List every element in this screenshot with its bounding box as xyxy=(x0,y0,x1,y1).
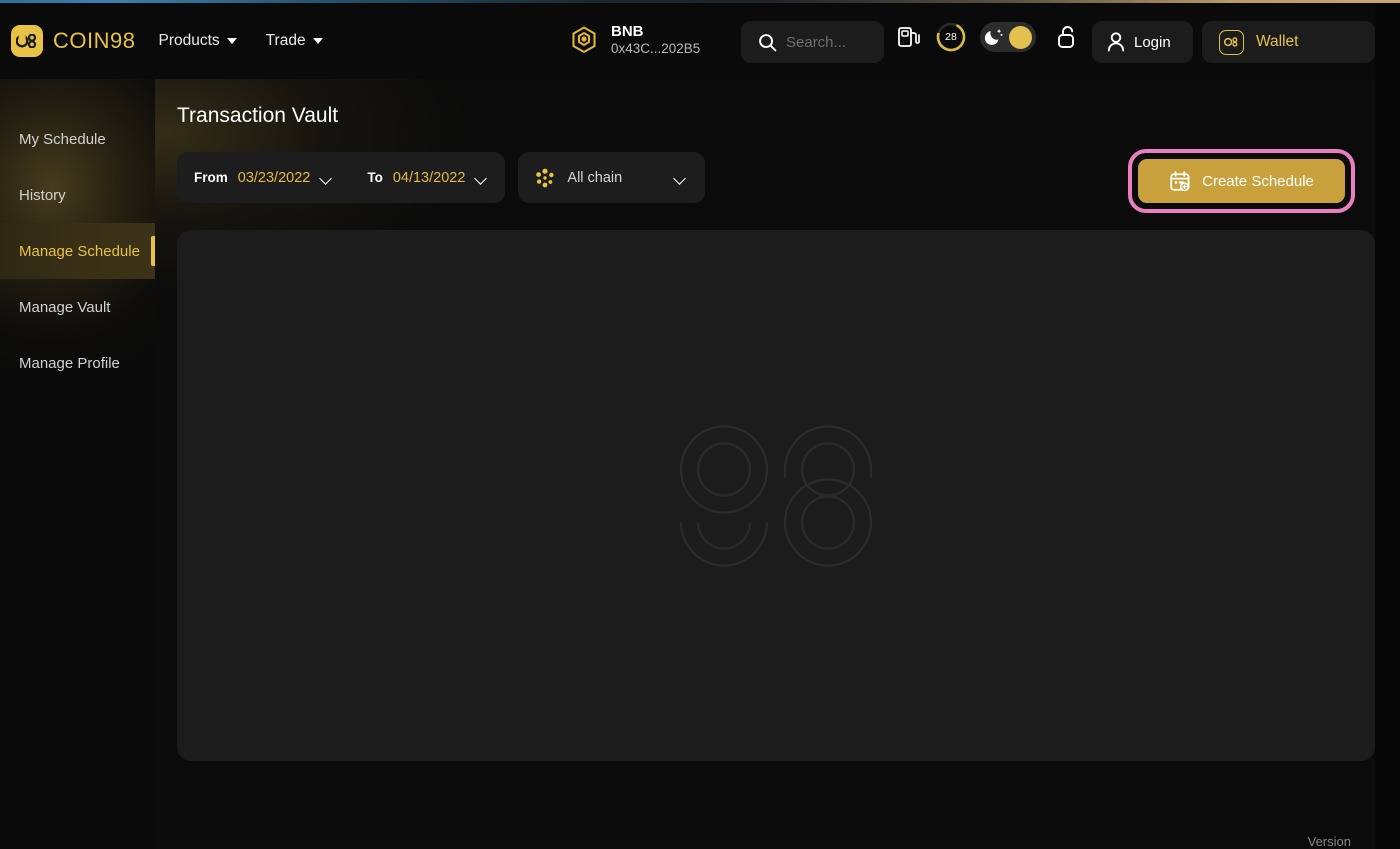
chevron-down-icon[interactable] xyxy=(320,174,333,182)
create-schedule-button[interactable]: Create Schedule xyxy=(1138,159,1345,203)
chain-address: 0x43C...202B5 xyxy=(611,41,701,56)
gas-pump-icon[interactable] xyxy=(896,24,922,50)
chain-name: BNB xyxy=(611,23,644,40)
nav-item-label: Trade xyxy=(265,32,306,49)
wallet-button[interactable]: Wallet xyxy=(1202,21,1375,63)
nav-item-trade[interactable]: Trade xyxy=(266,32,323,50)
gas-gauge-icon[interactable]: 28 xyxy=(935,21,967,53)
gas-gauge-value: 28 xyxy=(945,31,957,43)
chevron-down-icon[interactable] xyxy=(674,174,687,182)
coin98-logo-icon xyxy=(11,25,43,57)
create-schedule-label: Create Schedule xyxy=(1202,172,1314,190)
search-placeholder: Search... xyxy=(786,33,847,51)
chevron-down-icon xyxy=(312,38,323,44)
top-header: COIN98 Products Trade BNB 0x43C...202B5 … xyxy=(0,3,1375,79)
theme-toggle[interactable] xyxy=(980,22,1036,52)
nav-item-products[interactable]: Products xyxy=(158,32,237,50)
sidebar-nav: My Schedule History Manage Schedule Mana… xyxy=(0,79,155,849)
unlocked-padlock-icon[interactable] xyxy=(1055,24,1079,50)
brand-logo[interactable]: COIN98 xyxy=(11,25,135,57)
app-page: COIN98 Products Trade BNB 0x43C...202B5 … xyxy=(0,0,1400,849)
right-gutter xyxy=(1375,3,1400,849)
user-icon xyxy=(1107,32,1125,52)
sidebar-item-manage-profile[interactable]: Manage Profile xyxy=(0,335,155,391)
date-range-filter[interactable]: From 03/23/2022 To 04/13/2022 xyxy=(177,152,506,203)
chevron-down-icon xyxy=(226,38,237,44)
page-title: Transaction Vault xyxy=(177,104,339,127)
create-schedule-focus-ring: Create Schedule xyxy=(1128,149,1355,213)
wallet-label: Wallet xyxy=(1256,33,1299,50)
brand-name: COIN98 xyxy=(53,28,136,53)
to-label: To xyxy=(367,170,383,185)
search-icon xyxy=(759,33,777,51)
sidebar-item-history[interactable]: History xyxy=(0,167,155,223)
chain-filter-dropdown[interactable]: All chain xyxy=(518,152,706,203)
header-icon-group: 28 xyxy=(896,21,1079,53)
coin98-wallet-icon xyxy=(1219,29,1244,55)
search-input[interactable]: Search... xyxy=(741,21,884,63)
sidebar-item-label: Manage Profile xyxy=(19,354,120,372)
all-chain-dots-icon xyxy=(536,168,555,187)
sidebar-item-label: My Schedule xyxy=(19,130,106,148)
top-gradient-strip xyxy=(0,0,1400,3)
coin98-watermark-icon xyxy=(679,424,873,567)
filter-bar: From 03/23/2022 To 04/13/2022 All chain xyxy=(177,152,706,203)
sidebar-item-manage-schedule[interactable]: Manage Schedule xyxy=(0,223,155,279)
sidebar-item-label: Manage Vault xyxy=(19,298,111,316)
chain-filter-label: All chain xyxy=(567,169,623,186)
app-container: COIN98 Products Trade BNB 0x43C...202B5 … xyxy=(0,3,1375,849)
schedule-list-card xyxy=(177,230,1375,761)
sidebar-item-label: Manage Schedule xyxy=(19,242,140,260)
to-date-value: 04/13/2022 xyxy=(392,169,466,186)
sidebar-item-manage-vault[interactable]: Manage Vault xyxy=(0,279,155,335)
from-label: From xyxy=(194,170,228,185)
calendar-plus-icon xyxy=(1170,171,1190,192)
sidebar-item-label: History xyxy=(19,186,66,204)
version-label: Version xyxy=(1307,834,1351,849)
nav-item-label: Products xyxy=(158,32,220,49)
login-button[interactable]: Login xyxy=(1092,21,1193,63)
login-label: Login xyxy=(1134,33,1171,51)
moon-stars-icon xyxy=(984,29,1003,45)
active-chain-info[interactable]: BNB 0x43C...202B5 xyxy=(568,23,700,57)
chevron-down-icon[interactable] xyxy=(475,174,488,182)
main-content: Transaction Vault From 03/23/2022 To 04/… xyxy=(155,79,1375,849)
create-schedule-highlight: Create Schedule xyxy=(1128,149,1355,213)
bnb-token-icon xyxy=(572,26,596,54)
theme-toggle-knob xyxy=(1009,25,1032,49)
sidebar-item-my-schedule[interactable]: My Schedule xyxy=(0,111,155,167)
from-date-value: 03/23/2022 xyxy=(237,169,311,186)
header-nav: Products Trade xyxy=(158,32,323,50)
